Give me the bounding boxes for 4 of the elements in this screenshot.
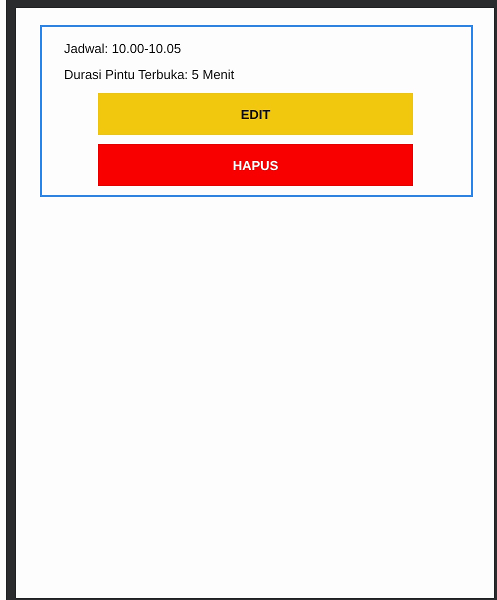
delete-button[interactable]: HAPUS (98, 144, 413, 186)
schedule-text: Durasi Pintu Terbuka: 5 Menit (64, 67, 236, 83)
edit-button[interactable]: EDIT (98, 93, 413, 135)
schedule-text: Jadwal: 10.00-10.05 (64, 41, 182, 57)
